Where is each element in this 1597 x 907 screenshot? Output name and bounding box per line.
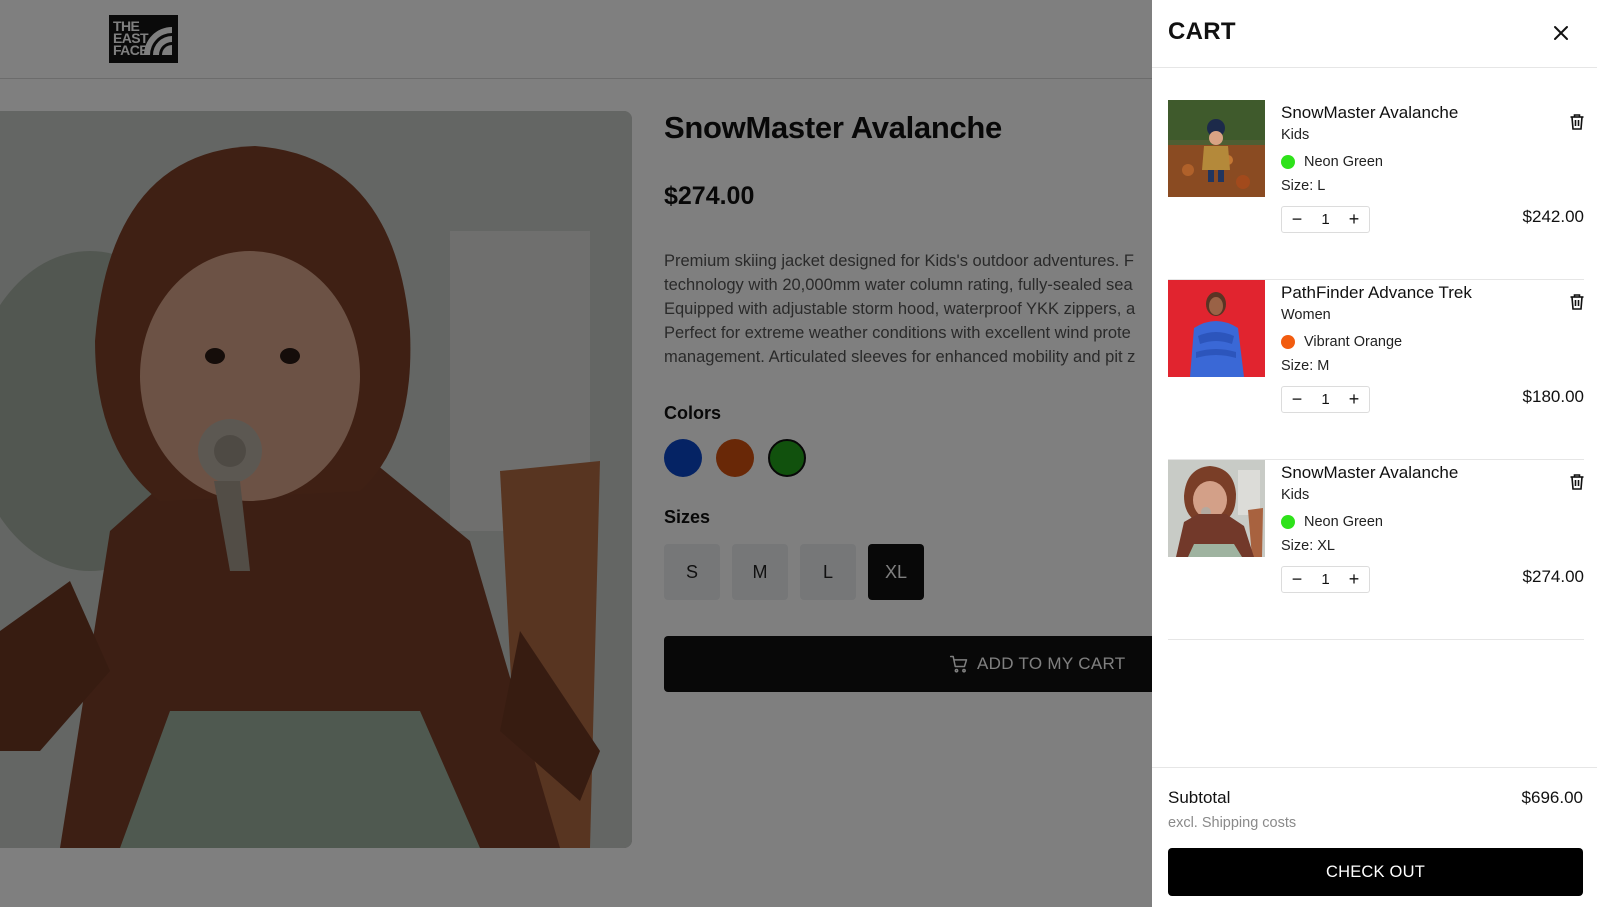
cart-item-price: $242.00 [1522, 207, 1584, 226]
shipping-note: excl. Shipping costs [1168, 815, 1297, 831]
trash-icon[interactable] [1569, 113, 1585, 131]
quantity-stepper: − 1 + [1281, 386, 1370, 413]
child-in-brown-jacket-photo [1168, 460, 1265, 557]
trash-icon[interactable] [1569, 473, 1585, 491]
cart-item-image[interactable] [1168, 280, 1265, 377]
cart-item: SnowMaster Avalanche Kids Neon Green Siz… [1168, 100, 1584, 280]
modal-backdrop[interactable] [0, 0, 1152, 907]
cart-item-category: Women [1281, 307, 1331, 323]
cart-item-category: Kids [1281, 127, 1310, 143]
cart-item: SnowMaster Avalanche Kids Neon Green Siz… [1168, 460, 1584, 640]
cart-item-name: PathFinder Advance Trek [1281, 283, 1472, 302]
trash-icon[interactable] [1569, 293, 1585, 311]
cart-item-color: Neon Green [1281, 514, 1383, 530]
cart-item-color-name: Vibrant Orange [1304, 334, 1403, 350]
increase-quantity-button[interactable]: + [1343, 389, 1365, 411]
cart-item-color: Neon Green [1281, 154, 1383, 170]
color-dot [1281, 155, 1295, 169]
quantity-stepper: − 1 + [1281, 566, 1370, 593]
cart-drawer: CART SnowMaster Avalanche Kids Neon Gree… [1152, 0, 1597, 907]
cart-item-price: $274.00 [1522, 567, 1584, 586]
cart-footer: Subtotal $696.00 excl. Shipping costs CH… [1152, 767, 1597, 907]
quantity-value: 1 [1321, 391, 1330, 408]
cart-header: CART [1152, 0, 1597, 68]
cart-item-size: Size: XL [1281, 538, 1335, 554]
checkout-button[interactable]: CHECK OUT [1168, 848, 1583, 896]
woman-in-blue-jacket-photo [1168, 280, 1265, 377]
subtotal-label: Subtotal [1168, 788, 1231, 807]
subtotal-value: $696.00 [1521, 788, 1583, 807]
cart-item-category: Kids [1281, 487, 1310, 503]
cart-item: PathFinder Advance Trek Women Vibrant Or… [1168, 280, 1584, 460]
cart-item-name: SnowMaster Avalanche [1281, 103, 1459, 122]
kid-in-leaves-photo [1168, 100, 1265, 197]
cart-item-color: Vibrant Orange [1281, 334, 1402, 350]
close-icon[interactable] [1548, 20, 1574, 46]
cart-item-size: Size: M [1281, 358, 1330, 374]
increase-quantity-button[interactable]: + [1343, 569, 1365, 591]
quantity-stepper: − 1 + [1281, 206, 1370, 233]
decrease-quantity-button[interactable]: − [1286, 569, 1308, 591]
cart-item-color-name: Neon Green [1304, 154, 1383, 170]
color-dot [1281, 515, 1295, 529]
color-dot [1281, 335, 1295, 349]
cart-item-name: SnowMaster Avalanche [1281, 463, 1459, 482]
cart-title: CART [1168, 18, 1236, 45]
cart-item-image[interactable] [1168, 100, 1265, 197]
quantity-value: 1 [1321, 571, 1330, 588]
cart-item-price: $180.00 [1522, 387, 1584, 406]
quantity-value: 1 [1321, 211, 1330, 228]
increase-quantity-button[interactable]: + [1343, 209, 1365, 231]
cart-item-image[interactable] [1168, 460, 1265, 557]
decrease-quantity-button[interactable]: − [1286, 389, 1308, 411]
cart-item-size: Size: L [1281, 178, 1326, 194]
decrease-quantity-button[interactable]: − [1286, 209, 1308, 231]
cart-item-color-name: Neon Green [1304, 514, 1383, 530]
